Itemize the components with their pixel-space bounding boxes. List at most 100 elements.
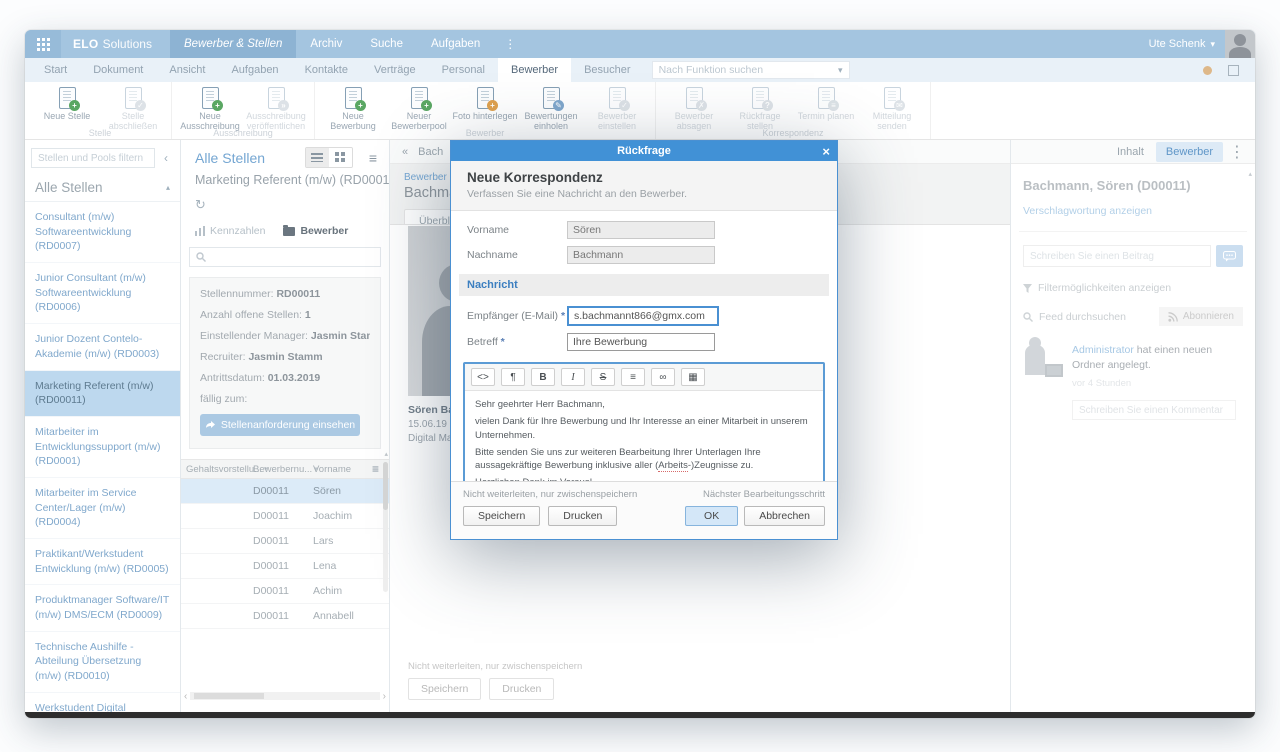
table-row[interactable]: D00011Sören [181,479,389,504]
scroll-right-icon[interactable] [383,691,386,702]
ribbon-tab-start[interactable]: Start [31,58,80,82]
strikethrough-button[interactable]: S [591,368,615,386]
sidebar-item-position[interactable]: Mitarbeiter im Entwicklungssupport (m/w)… [25,417,180,478]
ribbon-tab-aufgaben[interactable]: Aufgaben [218,58,291,82]
app-window: ELO Solutions Bewerber & Stellen Archiv … [25,30,1255,718]
send-post-button[interactable] [1216,245,1243,267]
bold-button[interactable]: B [531,368,555,386]
ribbon-tab-personal[interactable]: Personal [429,58,498,82]
cancel-button[interactable]: Abbrechen [744,506,825,526]
sidebar-item-position[interactable]: Produktmanager Software/IT (m/w) DMS/ECM… [25,585,180,631]
pin-icon[interactable] [1203,66,1212,75]
sidebar-item-position[interactable]: Technische Aushilfe - Abteilung Übersetz… [25,632,180,693]
grid-view-button[interactable] [329,148,352,167]
topbar-tab-suche[interactable]: Suche [356,30,417,58]
sidebar-filter-input[interactable] [31,148,155,168]
tab-bewerber[interactable]: Bewerber [283,225,348,237]
sidebar-item-position[interactable]: Praktikant/Werkstudent Entwicklung (m/w)… [25,539,180,585]
close-icon[interactable] [822,141,830,161]
ribbon-tab-besucher[interactable]: Besucher [571,58,643,82]
ribbon-tab-ansicht[interactable]: Ansicht [156,58,218,82]
collapse-section-icon[interactable] [166,183,170,192]
function-search-input[interactable] [659,64,838,76]
keywording-link[interactable]: Verschlagwortung anzeigen [1023,205,1243,217]
topbar-tab-bewerber-stellen[interactable]: Bewerber & Stellen [170,30,296,58]
ribbon-tab-vertraege[interactable]: Verträge [361,58,429,82]
filter-options-link[interactable]: Filtermöglichkeiten anzeigen [1023,282,1243,294]
comment-input[interactable] [1072,400,1236,420]
applicant-search[interactable] [189,247,381,267]
sidebar-item-position[interactable]: Consultant (m/w) Softwareentwicklung (RD… [25,202,180,263]
applicant-search-input[interactable] [211,252,374,263]
ribbon-button-neue-stelle[interactable]: Neue Stelle [34,85,100,121]
table-row[interactable]: D00011Lars [181,529,389,554]
list-button[interactable]: ≡ [621,368,645,386]
column-bewerbernummer[interactable]: Bewerbernu... [253,464,313,475]
save-button[interactable]: Speichern [463,506,540,526]
italic-button[interactable]: I [561,368,585,386]
topbar-tab-archiv[interactable]: Archiv [296,30,356,58]
topbar-overflow-icon[interactable] [494,30,526,58]
section-header-alle-stellen[interactable]: Alle Stellen [25,170,180,202]
table-row[interactable]: D00011Lena [181,554,389,579]
required-marker: * [501,336,505,348]
table-row[interactable]: D00011Annabell [181,604,389,629]
sidebar-item-position[interactable]: Junior Dozent Contelo-Akademie (m/w) (RD… [25,324,180,370]
dialog-title-bar[interactable]: Rückfrage [451,141,837,161]
ribbon-button-neuer-bewerberpool[interactable]: Neuer Bewerberpool [386,85,452,132]
feed-author-link[interactable]: Administrator [1072,344,1134,356]
scrollbar-thumb[interactable] [194,693,264,699]
column-vorname[interactable]: Vorname [313,464,372,475]
message-body[interactable]: Sehr geehrter Herr Bachmann, vielen Dank… [465,391,823,492]
sidebar-item-position-selected[interactable]: Marketing Referent (m/w) (RD00011) [25,371,180,417]
list-view-button[interactable] [306,148,329,167]
function-search[interactable] [652,61,850,79]
table-row[interactable]: D00011Achim [181,579,389,604]
sidebar-item-position[interactable]: Werkstudent Digital Marketing (m/w) (RD0… [25,693,180,712]
tab-bewerber-right[interactable]: Bewerber [1156,142,1223,162]
fullscreen-icon[interactable] [1228,65,1239,76]
back-icon[interactable] [402,146,408,158]
user-menu[interactable]: Ute Schenk [1149,30,1225,58]
table-button[interactable]: ▦ [681,368,705,386]
column-gehaltsvorstellung[interactable]: Gehaltsvorstellu... [186,464,253,475]
scroll-left-icon[interactable] [184,691,187,702]
horizontal-scrollbar[interactable] [184,690,386,702]
code-view-button[interactable]: <> [471,368,495,386]
ribbon-tab-bewerber[interactable]: Bewerber [498,58,571,82]
scroll-up-icon[interactable] [384,450,388,458]
email-field[interactable] [567,306,719,326]
ribbon-button-bewertungen-einholen[interactable]: Bewertungen einholen [518,85,584,132]
app-launcher-icon[interactable] [25,30,61,58]
subscribe-button[interactable]: Abonnieren [1159,307,1243,326]
topbar-tab-aufgaben[interactable]: Aufgaben [417,30,494,58]
sidebar-item-position[interactable]: Junior Consultant (m/w) Softwareentwickl… [25,263,180,324]
tab-kennzahlen[interactable]: Kennzahlen [195,225,265,237]
ribbon-tab-dokument[interactable]: Dokument [80,58,156,82]
alle-stellen-link[interactable]: Alle Stellen [195,150,305,166]
vertical-scrollbar[interactable] [383,462,388,592]
ribbon-button-foto-hinterlegen[interactable]: Foto hinterlegen [452,85,518,121]
betreff-field[interactable] [567,333,715,351]
print-button[interactable]: Drucken [489,678,554,700]
panel-overflow-icon[interactable] [1225,142,1249,162]
paragraph-button[interactable]: ¶ [501,368,525,386]
chevron-down-icon[interactable] [838,65,843,76]
ribbon-button-neue-bewerbung[interactable]: Neue Bewerbung [320,85,386,132]
refresh-icon[interactable] [181,187,389,213]
tab-inhalt[interactable]: Inhalt [1107,142,1154,162]
stellenanforderung-button[interactable]: Stellenanforderung einsehen [200,414,360,436]
ribbon-button-neue-ausschreibung[interactable]: Neue Ausschreibung [177,85,243,132]
table-row[interactable]: D00011Joachim [181,504,389,529]
feed-search-link[interactable]: Feed durchsuchen [1023,311,1126,323]
sidebar-item-position[interactable]: Mitarbeiter im Service Center/Lager (m/w… [25,478,180,539]
ok-button[interactable]: OK [685,506,738,526]
collapse-sidebar-icon[interactable] [158,151,174,165]
ribbon-tab-kontakte[interactable]: Kontakte [292,58,361,82]
link-button[interactable]: ∞ [651,368,675,386]
print-button[interactable]: Drucken [548,506,617,526]
post-input[interactable] [1023,245,1211,267]
save-button[interactable]: Speichern [408,678,481,700]
user-avatar[interactable] [1225,30,1255,58]
panel-menu-icon[interactable] [365,150,381,166]
